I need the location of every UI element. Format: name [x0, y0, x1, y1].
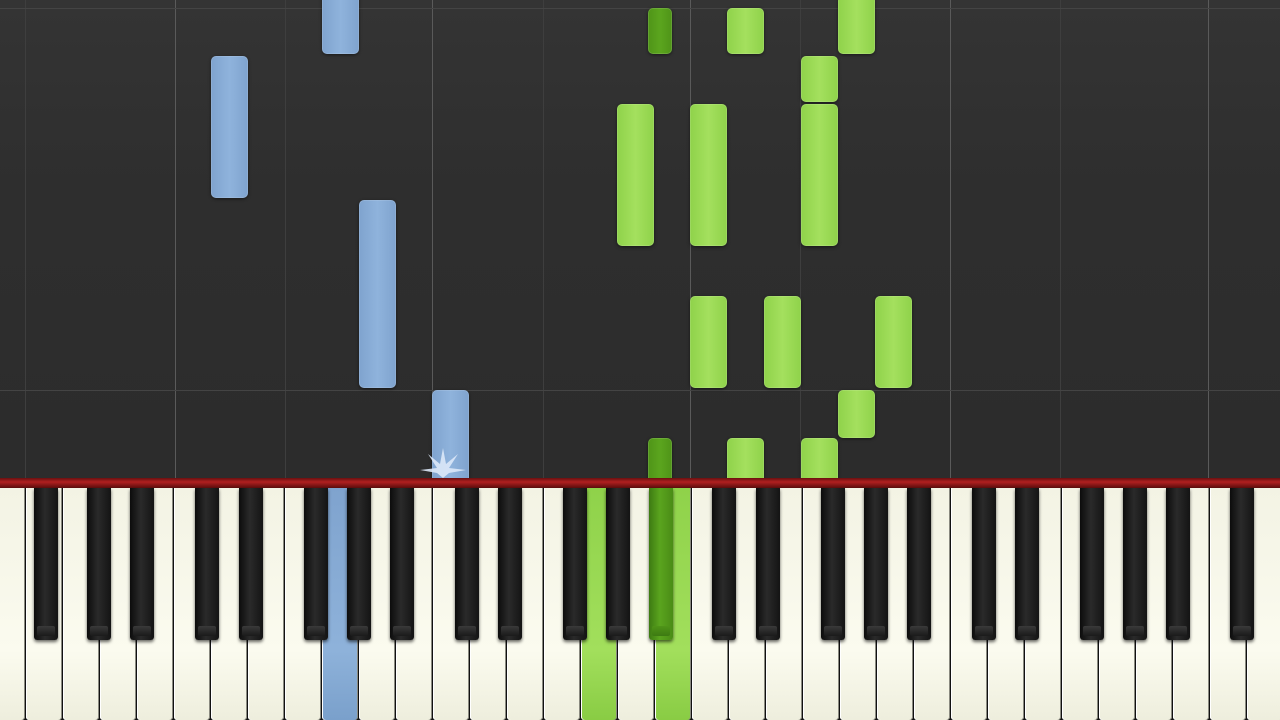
- piano-keyboard: [0, 488, 1280, 720]
- grid-line: [1060, 0, 1061, 478]
- right-hand-note: [690, 296, 727, 388]
- grid-line: [543, 0, 544, 478]
- black-key[interactable]: [756, 488, 780, 640]
- falling-notes-area: [0, 0, 1280, 478]
- right-hand-note: [648, 8, 672, 54]
- grid-line: [25, 0, 26, 478]
- right-hand-note: [801, 56, 838, 102]
- black-key[interactable]: [972, 488, 996, 640]
- right-hand-note: [727, 8, 764, 54]
- right-hand-note: [875, 296, 912, 388]
- right-hand-note: [617, 104, 654, 246]
- black-key[interactable]: [649, 488, 673, 640]
- black-key[interactable]: [1230, 488, 1254, 640]
- black-key[interactable]: [390, 488, 414, 640]
- black-key[interactable]: [1015, 488, 1039, 640]
- note-hit-spark-icon: [420, 448, 466, 478]
- black-key[interactable]: [498, 488, 522, 640]
- black-key[interactable]: [195, 488, 219, 640]
- black-key[interactable]: [563, 488, 587, 640]
- black-key[interactable]: [347, 488, 371, 640]
- left-hand-note: [359, 200, 396, 388]
- right-hand-note: [727, 438, 764, 478]
- black-key[interactable]: [864, 488, 888, 640]
- right-hand-note: [690, 104, 727, 246]
- black-key[interactable]: [34, 488, 58, 640]
- grid-line: [1208, 0, 1209, 478]
- piano-roll-visualizer: [0, 0, 1280, 720]
- black-key[interactable]: [304, 488, 328, 640]
- grid-line: [950, 0, 951, 478]
- grid-line: [175, 0, 176, 478]
- black-key[interactable]: [712, 488, 736, 640]
- black-key[interactable]: [1080, 488, 1104, 640]
- left-hand-note: [322, 0, 359, 54]
- black-key[interactable]: [1123, 488, 1147, 640]
- right-hand-note: [838, 390, 875, 438]
- grid-line: [285, 0, 286, 478]
- keyboard-top-bar: [0, 478, 1280, 488]
- left-hand-note: [211, 56, 248, 198]
- measure-line: [0, 8, 1280, 9]
- right-hand-note: [801, 438, 838, 478]
- black-key[interactable]: [821, 488, 845, 640]
- right-hand-note: [801, 104, 838, 246]
- black-key[interactable]: [130, 488, 154, 640]
- right-hand-note: [648, 438, 672, 478]
- black-key[interactable]: [907, 488, 931, 640]
- black-key[interactable]: [455, 488, 479, 640]
- right-hand-note: [838, 0, 875, 54]
- right-hand-note: [764, 296, 801, 388]
- measure-line: [0, 390, 1280, 391]
- black-key[interactable]: [606, 488, 630, 640]
- black-key[interactable]: [87, 488, 111, 640]
- black-key[interactable]: [1166, 488, 1190, 640]
- white-key[interactable]: [0, 488, 25, 720]
- black-key[interactable]: [239, 488, 263, 640]
